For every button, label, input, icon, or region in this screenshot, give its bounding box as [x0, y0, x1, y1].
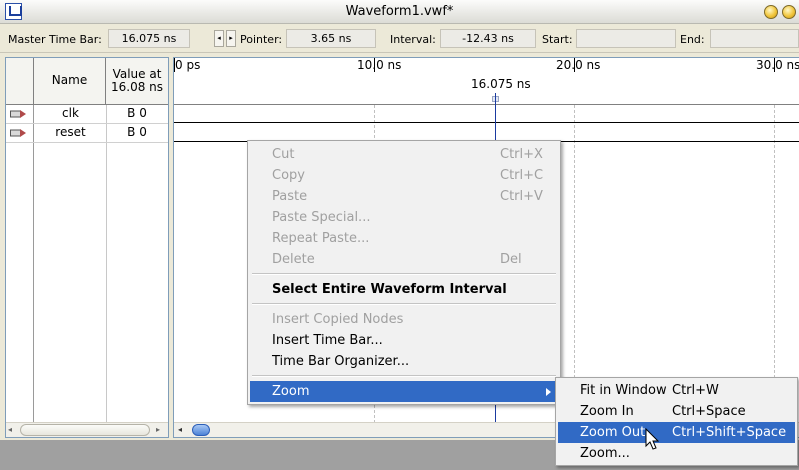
submenu-arrow-icon [546, 388, 551, 396]
input-pin-icon [10, 110, 26, 118]
interval-label: Interval: [390, 33, 436, 46]
prev-transition-button[interactable]: ◂ [214, 30, 224, 47]
menu-separator [252, 273, 556, 275]
zoom-submenu: Fit in Window Ctrl+W Zoom In Ctrl+Space Zo… [555, 377, 798, 466]
pointer-label: Pointer: [240, 33, 283, 46]
scroll-left-arrow-icon[interactable]: ◂ [8, 425, 12, 434]
time-bar-strip: Master Time Bar: 16.075 ns ◂ ▸ Pointer: … [0, 25, 799, 53]
node-row-reset[interactable]: reset B 0 [6, 124, 168, 143]
menu-item-copy[interactable]: Copy Ctrl+C [250, 165, 558, 186]
column-divider [33, 105, 34, 425]
ruler-tick-label: 10.0 ns [357, 58, 402, 72]
master-time-bar-label: Master Time Bar: [8, 33, 102, 46]
node-panel-scrollbar[interactable]: ◂ ▸ [6, 422, 168, 437]
mouse-pointer-icon [645, 428, 660, 450]
waveform-clk[interactable] [174, 122, 799, 123]
menu-item-zoom[interactable]: Zoom [250, 381, 558, 402]
menu-item-time-bar-organizer[interactable]: Time Bar Organizer... [250, 351, 558, 372]
ruler-tick-label: 30.0 ns [756, 58, 799, 72]
node-name: reset [55, 125, 86, 139]
ruler-tick-label: 20.0 ns [556, 58, 601, 72]
menu-separator [252, 375, 556, 377]
menu-separator [252, 303, 556, 305]
name-column-header[interactable]: Name [33, 58, 106, 105]
maximize-button[interactable] [782, 5, 796, 19]
menu-item-paste[interactable]: Paste Ctrl+V [250, 186, 558, 207]
minimize-button[interactable] [764, 5, 778, 19]
icon-column-header [6, 58, 33, 105]
menu-item-insert-copied-nodes[interactable]: Insert Copied Nodes [250, 309, 558, 330]
grid-line [574, 105, 575, 423]
scrollbar-thumb[interactable] [20, 424, 150, 436]
context-menu: Cut Ctrl+X Copy Ctrl+C Paste Ctrl+V Paste S… [247, 140, 561, 405]
column-divider [106, 105, 107, 425]
node-list-panel: Name Value at 16.08 ns clk B 0 reset B 0… [5, 57, 169, 438]
scrollbar-thumb[interactable] [192, 424, 210, 436]
menu-item-zoom-in[interactable]: Zoom In Ctrl+Space [558, 401, 795, 422]
start-value [576, 29, 676, 48]
master-time-bar-label-ruler: 16.075 ns [471, 77, 531, 91]
menu-item-select-entire-waveform-interval[interactable]: Select Entire Waveform Interval [250, 279, 558, 300]
start-label: Start: [542, 33, 573, 46]
window-title: Waveform1.vwf* [345, 4, 454, 19]
value-column-header[interactable]: Value at 16.08 ns [106, 58, 168, 105]
menu-item-repeat-paste[interactable]: Repeat Paste... [250, 228, 558, 249]
next-transition-button[interactable]: ▸ [226, 30, 236, 47]
menu-item-cut[interactable]: Cut Ctrl+X [250, 144, 558, 165]
node-value: B 0 [127, 125, 147, 139]
node-value: B 0 [127, 106, 147, 120]
menu-item-zoom-dialog[interactable]: Zoom... [558, 443, 795, 464]
menu-item-insert-time-bar[interactable]: Insert Time Bar... [250, 330, 558, 351]
master-time-bar-value[interactable]: 16.075 ns [108, 29, 190, 48]
scroll-left-arrow-icon[interactable]: ◂ [178, 425, 182, 434]
value-header-line2: 16.08 ns [110, 80, 164, 94]
node-row-clk[interactable]: clk B 0 [6, 105, 168, 124]
input-pin-icon [10, 129, 26, 137]
grid-line [774, 105, 775, 423]
node-name: clk [62, 106, 79, 120]
end-value [710, 29, 799, 48]
menu-item-fit-in-window[interactable]: Fit in Window Ctrl+W [558, 380, 795, 401]
interval-value: -12.43 ns [440, 29, 536, 48]
menu-item-delete[interactable]: Delete Del [250, 249, 558, 270]
scroll-right-arrow-icon[interactable]: ▸ [156, 425, 160, 434]
menu-item-zoom-out[interactable]: Zoom Out Ctrl+Shift+Space [558, 422, 795, 443]
menu-item-paste-special[interactable]: Paste Special... [250, 207, 558, 228]
end-label: End: [680, 33, 705, 46]
ruler-tick-label: 0 ps [175, 58, 201, 72]
pointer-value: 3.65 ns [286, 29, 376, 48]
title-bar: Waveform1.vwf* [0, 0, 799, 24]
